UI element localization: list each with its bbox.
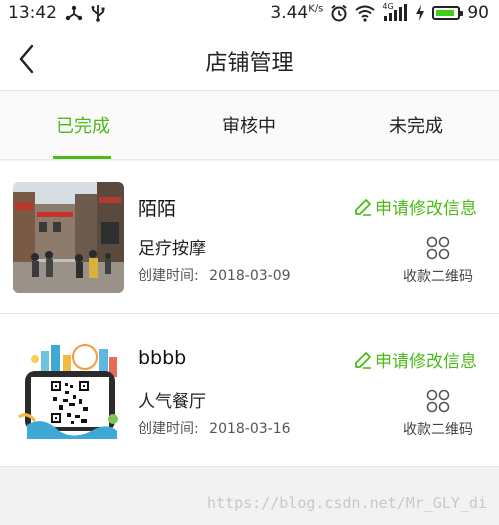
active-tab-indicator bbox=[53, 156, 111, 159]
status-bar: 13:42 3.44K/s 4G 90 bbox=[0, 0, 499, 28]
status-time: 13:42 bbox=[8, 3, 57, 23]
created-time-label: 创建时间: bbox=[138, 268, 199, 284]
shop-photo bbox=[13, 182, 124, 293]
grid-icon bbox=[426, 389, 450, 413]
request-edit-button[interactable]: 申请修改信息 bbox=[354, 194, 477, 219]
request-edit-button[interactable]: 申请修改信息 bbox=[354, 347, 477, 372]
created-time-label: 创建时间: bbox=[138, 421, 199, 437]
watermark: https://blog.csdn.net/Mr_GLY_di bbox=[207, 494, 487, 512]
created-time: 创建时间: 2018-03-09 bbox=[138, 265, 291, 285]
shop-name: bbbb bbox=[138, 347, 187, 369]
shop-card[interactable]: bbbb 人气餐厅 创建时间: 2018-03-16 申请修改信息 收款二维码 bbox=[0, 314, 499, 466]
battery-level: 90 bbox=[467, 3, 489, 23]
share-icon bbox=[65, 4, 83, 22]
navigation-bar: 店铺管理 bbox=[0, 28, 499, 91]
pencil-icon bbox=[355, 198, 371, 216]
shop-category: 人气餐厅 bbox=[138, 392, 206, 412]
created-time: 创建时间: 2018-03-16 bbox=[138, 418, 291, 438]
payment-qr-button[interactable]: 收款二维码 bbox=[398, 236, 478, 286]
shop-card[interactable]: 陌陌 足疗按摩 创建时间: 2018-03-09 申请修改信息 收款二维码 bbox=[0, 161, 499, 313]
shop-photo bbox=[13, 335, 124, 446]
usb-icon bbox=[91, 4, 105, 22]
payment-qr-label: 收款二维码 bbox=[403, 422, 473, 438]
payment-qr-button[interactable]: 收款二维码 bbox=[398, 389, 478, 439]
card-divider bbox=[0, 466, 499, 467]
pencil-icon bbox=[355, 351, 371, 369]
alarm-icon bbox=[330, 4, 348, 22]
battery-icon bbox=[432, 6, 464, 20]
tab-reviewing[interactable]: 审核中 bbox=[166, 91, 332, 159]
wifi-icon bbox=[355, 4, 375, 22]
request-edit-label: 申请修改信息 bbox=[375, 199, 477, 219]
grid-icon bbox=[426, 236, 450, 260]
charging-icon bbox=[415, 4, 425, 22]
tab-incomplete[interactable]: 未完成 bbox=[333, 91, 499, 159]
tab-bar: 已完成 审核中 未完成 bbox=[0, 91, 499, 160]
network-speed: 3.44K/s bbox=[270, 3, 324, 23]
created-time-value: 2018-03-09 bbox=[209, 268, 291, 284]
shop-category: 足疗按摩 bbox=[138, 239, 206, 259]
payment-qr-label: 收款二维码 bbox=[403, 269, 473, 285]
shop-name: 陌陌 bbox=[138, 198, 177, 220]
cellular-signal-icon: 4G bbox=[382, 2, 408, 22]
created-time-value: 2018-03-16 bbox=[209, 421, 291, 437]
tab-completed[interactable]: 已完成 bbox=[0, 91, 166, 159]
page-title: 店铺管理 bbox=[205, 51, 294, 76]
request-edit-label: 申请修改信息 bbox=[375, 352, 477, 372]
